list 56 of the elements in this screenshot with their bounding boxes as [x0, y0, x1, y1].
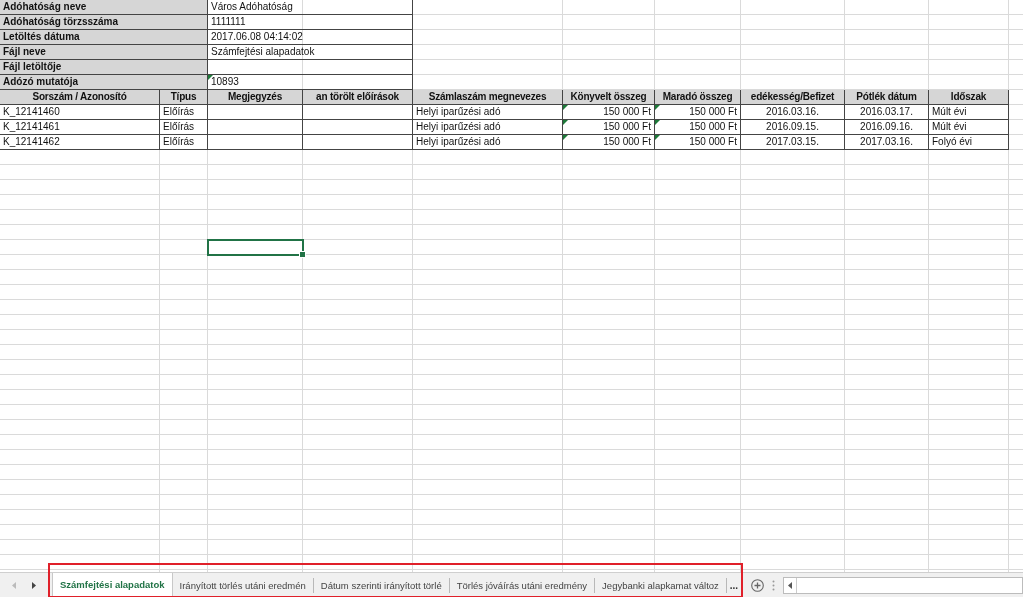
table-cell: Helyi iparűzési adó	[413, 105, 563, 120]
sheet-tab[interactable]: Irányított törlés utáni eredmén	[172, 578, 314, 593]
scroll-right-icon[interactable]	[32, 582, 36, 589]
column-header: Könyvelt összeg	[563, 90, 655, 105]
active-cell[interactable]	[208, 240, 303, 255]
column-header: Sorszám / Azonosító	[0, 90, 160, 105]
table-cell: K_12141460	[0, 105, 160, 120]
column-header: Számlaszám megnevezes	[413, 90, 563, 105]
vertical-dots-icon[interactable]	[772, 580, 776, 591]
sheet-tab[interactable]: Dátum szerinti irányított törlé	[313, 578, 450, 593]
table-cell: 150 000 Ft	[563, 120, 655, 135]
table-cell: Előírás	[160, 135, 208, 150]
table-cell: 150 000 Ft	[563, 135, 655, 150]
scroll-left-icon[interactable]	[788, 582, 793, 589]
table-cell: 2016.03.16.	[741, 105, 845, 120]
table-cell: Helyi iparűzési adó	[413, 120, 563, 135]
table-cell: 150 000 Ft	[655, 120, 741, 135]
table-cell: 150 000 Ft	[655, 105, 741, 120]
table-cell: K_12141461	[0, 120, 160, 135]
info-label: Fájl neve	[0, 45, 208, 60]
table-cell: 2016.03.17.	[845, 105, 929, 120]
column-header: Megjegyzés	[208, 90, 303, 105]
info-label: Fájl letöltője	[0, 60, 208, 75]
sheet-tab[interactable]: Jegybanki alapkamat változ	[595, 578, 727, 593]
info-label: Adózó mutatója	[0, 75, 208, 90]
info-value: Város Adóhatóság	[208, 0, 413, 15]
table-cell: 150 000 Ft	[563, 105, 655, 120]
table-cell: 150 000 Ft	[655, 135, 741, 150]
column-header: Pótlék dátum	[845, 90, 929, 105]
table-cell: Múlt évi	[929, 105, 1009, 120]
column-header: Maradó összeg	[655, 90, 741, 105]
table-cell: 2016.09.16.	[845, 120, 929, 135]
table-cell: K_12141462	[0, 135, 160, 150]
more-tabs[interactable]: ...	[726, 580, 744, 591]
table-cell: 2017.03.16.	[845, 135, 929, 150]
add-sheet-icon[interactable]	[751, 579, 765, 592]
table-cell: 2016.09.15.	[741, 120, 845, 135]
info-value: 2017.06.08 04:14:02	[208, 30, 413, 45]
sheet-tab[interactable]: Számfejtési alapadatok	[52, 573, 173, 597]
table-cell: Múlt évi	[929, 120, 1009, 135]
info-value: Számfejtési alapadatok	[208, 45, 413, 60]
info-label: Adóhatóság törzsszáma	[0, 15, 208, 30]
column-header: Időszak	[929, 90, 1009, 105]
table-cell: Előírás	[160, 120, 208, 135]
info-label: Adóhatóság neve	[0, 0, 208, 15]
horizontal-scrollbar[interactable]	[783, 577, 1023, 594]
column-header: edékesség/Befizet	[741, 90, 845, 105]
info-value: 1111111	[208, 15, 413, 30]
column-header: an törölt előírások	[303, 90, 413, 105]
table-cell: Folyó évi	[929, 135, 1009, 150]
info-label: Letöltés dátuma	[0, 30, 208, 45]
sheet-tab[interactable]: Törlés jóváírás utáni eredmény	[449, 578, 596, 593]
table-cell: Helyi iparűzési adó	[413, 135, 563, 150]
table-cell: 2017.03.15.	[741, 135, 845, 150]
column-header: Típus	[160, 90, 208, 105]
table-cell: Előírás	[160, 105, 208, 120]
